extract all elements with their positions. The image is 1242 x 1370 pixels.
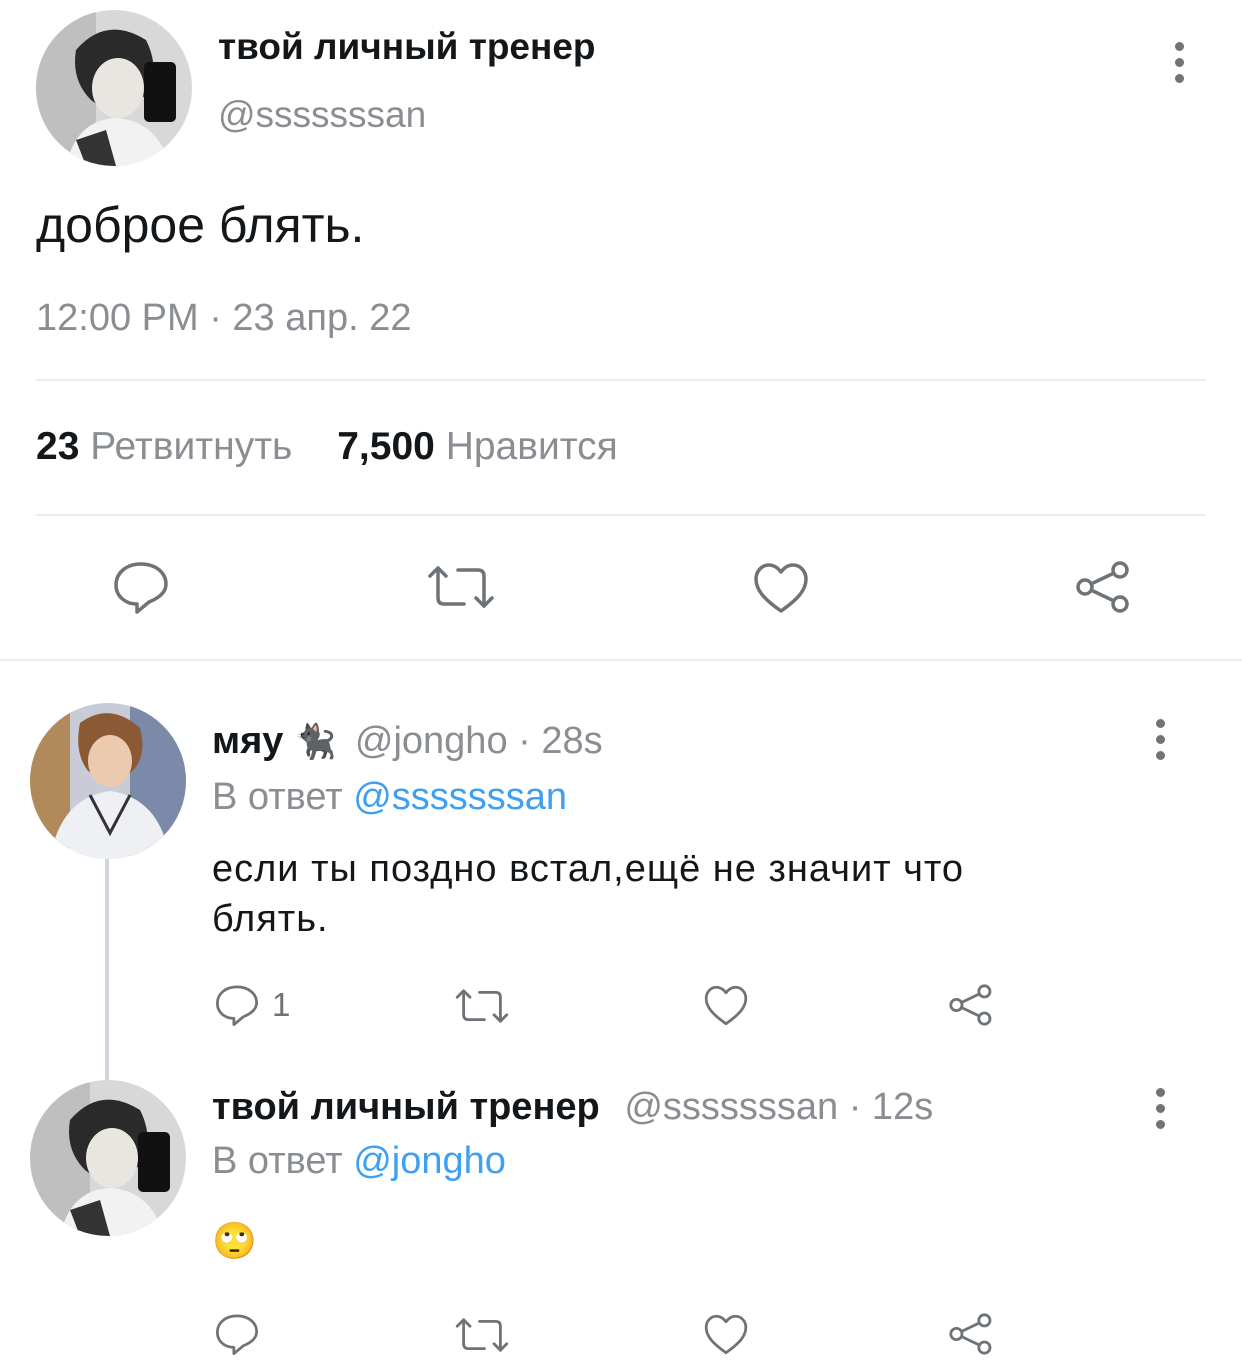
reply-icon[interactable] (214, 1312, 260, 1356)
reply-to-link[interactable]: @jongho (353, 1140, 506, 1182)
reply-prefix: В ответ (212, 1140, 343, 1182)
likes-stat[interactable]: 7,500 Нравится (337, 425, 618, 468)
more-options-icon[interactable] (1175, 42, 1185, 90)
reply-count: 1 (272, 986, 291, 1023)
like-icon[interactable] (703, 984, 749, 1027)
author-handle[interactable]: @sssssssan (218, 94, 426, 136)
reply-to-line: В ответ @jongho (212, 1140, 506, 1183)
retweets-count: 23 (36, 425, 80, 468)
reply-display-name[interactable]: твой личный тренер (212, 1086, 600, 1128)
reply-handle[interactable]: @sssssssan (624, 1086, 838, 1128)
reply-text-eye-roll-emoji: 🙄 (212, 1220, 257, 1261)
author-avatar[interactable] (36, 10, 192, 166)
reply-prefix: В ответ (212, 776, 343, 818)
engagement-stats: 23 Ретвитнуть 7,500 Нравится (36, 425, 618, 469)
retweets-label: Ретвитнуть (90, 425, 293, 468)
share-icon[interactable] (946, 1310, 994, 1358)
reply-display-name[interactable]: мяу 🐈‍⬛ (212, 720, 336, 762)
reply-icon[interactable] (214, 983, 260, 1027)
section-divider (0, 659, 1242, 661)
more-options-icon[interactable] (1156, 719, 1166, 767)
reply-handle[interactable]: @jongho (355, 720, 508, 762)
more-options-icon[interactable] (1156, 1088, 1166, 1136)
reply-to-link[interactable]: @sssssssan (353, 776, 567, 818)
likes-label: Нравится (445, 425, 618, 468)
share-icon[interactable] (1072, 557, 1132, 617)
share-icon[interactable] (946, 981, 994, 1029)
reply-time[interactable]: · 12s (849, 1086, 933, 1128)
display-name-text: мяу (212, 720, 284, 762)
retweet-icon[interactable] (454, 1315, 510, 1355)
retweets-stat[interactable]: 23 Ретвитнуть (36, 425, 303, 468)
like-icon[interactable] (703, 1313, 749, 1356)
author-display-name[interactable]: твой личный тренер (218, 26, 596, 68)
divider (36, 379, 1206, 381)
reply-text: если ты поздно встал,ещё не значит что б… (212, 848, 965, 940)
reply-time[interactable]: · 28s (518, 720, 602, 762)
divider (36, 514, 1206, 516)
retweet-icon[interactable] (454, 986, 510, 1026)
thread-line (105, 858, 109, 1080)
tweet-text: доброе блять. (36, 197, 365, 253)
reply-avatar[interactable] (30, 703, 186, 859)
reply-icon[interactable] (112, 559, 170, 615)
reply-header: мяу 🐈‍⬛ @jongho · 28s (212, 720, 603, 763)
likes-count: 7,500 (337, 425, 435, 468)
reply-header: твой личный тренер @sssssssan · 12s (212, 1086, 933, 1129)
retweet-icon[interactable] (426, 562, 496, 612)
tweet-timestamp[interactable]: 12:00 PM · 23 апр. 22 (36, 297, 411, 340)
reply-to-line: В ответ @sssssssan (212, 776, 567, 819)
reply-avatar[interactable] (30, 1080, 186, 1236)
like-icon[interactable] (752, 561, 810, 615)
cat-emoji: 🐈‍⬛ (293, 723, 337, 761)
